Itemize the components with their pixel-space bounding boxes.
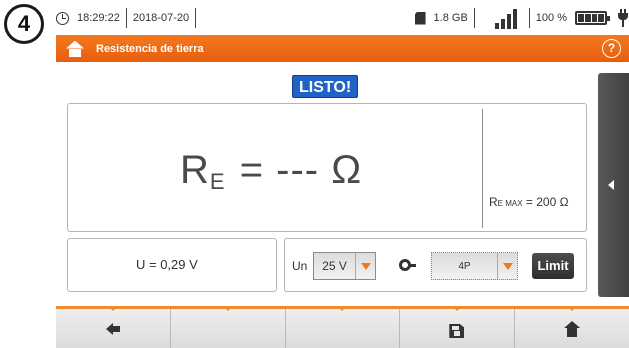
home-button[interactable] [515, 306, 629, 348]
method-select[interactable]: 4P [431, 252, 518, 280]
resistance-result: RE = --- Ω [180, 148, 362, 195]
divider [528, 8, 530, 28]
plug-icon [617, 9, 629, 27]
toolbar-button-2[interactable] [171, 306, 286, 348]
dropdown-arrow-icon[interactable] [497, 253, 517, 279]
home-icon [564, 321, 580, 337]
page-title: Resistencia de tierra [96, 42, 204, 55]
status-badge: LISTO! [292, 75, 359, 98]
dropdown-arrow-icon[interactable] [355, 253, 375, 279]
result-symbol: R [180, 148, 210, 192]
storage-display: 1.8 GB [414, 11, 468, 25]
clock-icon [56, 11, 69, 25]
panel-divider [482, 109, 483, 228]
help-icon[interactable]: ? [602, 39, 621, 58]
method-select-value: 4P [458, 260, 471, 272]
divider [195, 8, 197, 28]
divider [125, 8, 127, 28]
battery-text: 100 % [535, 12, 567, 24]
divider [473, 8, 475, 28]
callout-number: 4 [4, 4, 44, 44]
max-symbol: R [489, 195, 498, 209]
bottom-toolbar [56, 306, 629, 348]
toolbar-button-3[interactable] [286, 306, 401, 348]
voltage-select-value: 25 V [322, 259, 347, 273]
max-resistance: RE MAX = 200 Ω [489, 195, 569, 209]
time-display: 18:29:22 [56, 11, 120, 25]
battery-icon [575, 11, 610, 25]
back-arrow-icon [105, 323, 120, 335]
date-text: 2018-07-20 [132, 12, 190, 24]
back-button[interactable] [56, 306, 171, 348]
status-bar: 18:29:22 2018-07-20 1.8 GB 100 % [56, 3, 629, 33]
storage-text: 1.8 GB [433, 12, 468, 24]
title-bar: Resistencia de tierra ? [56, 35, 629, 62]
voltage-readout: U = 0,29 V [136, 257, 198, 272]
un-label: Un [292, 259, 308, 273]
time-text: 18:29:22 [77, 12, 120, 24]
limit-button[interactable]: Limit [532, 253, 574, 279]
voltage-select[interactable]: 25 V [313, 252, 376, 280]
signal-icon [494, 7, 517, 29]
result-subscript: E [209, 169, 226, 194]
save-icon [449, 320, 465, 338]
meter-screen: 4 18:29:22 2018-07-20 1.8 GB 100 % Resis… [0, 0, 629, 348]
save-button[interactable] [400, 306, 516, 348]
probe-icon [399, 257, 416, 273]
result-value: = --- Ω [227, 148, 363, 192]
max-value: = 200 Ω [522, 195, 569, 209]
chevron-left-icon[interactable] [608, 180, 614, 190]
home-icon[interactable] [66, 41, 84, 57]
sd-card-icon [414, 11, 426, 25]
max-subscript: E MAX [497, 199, 523, 208]
